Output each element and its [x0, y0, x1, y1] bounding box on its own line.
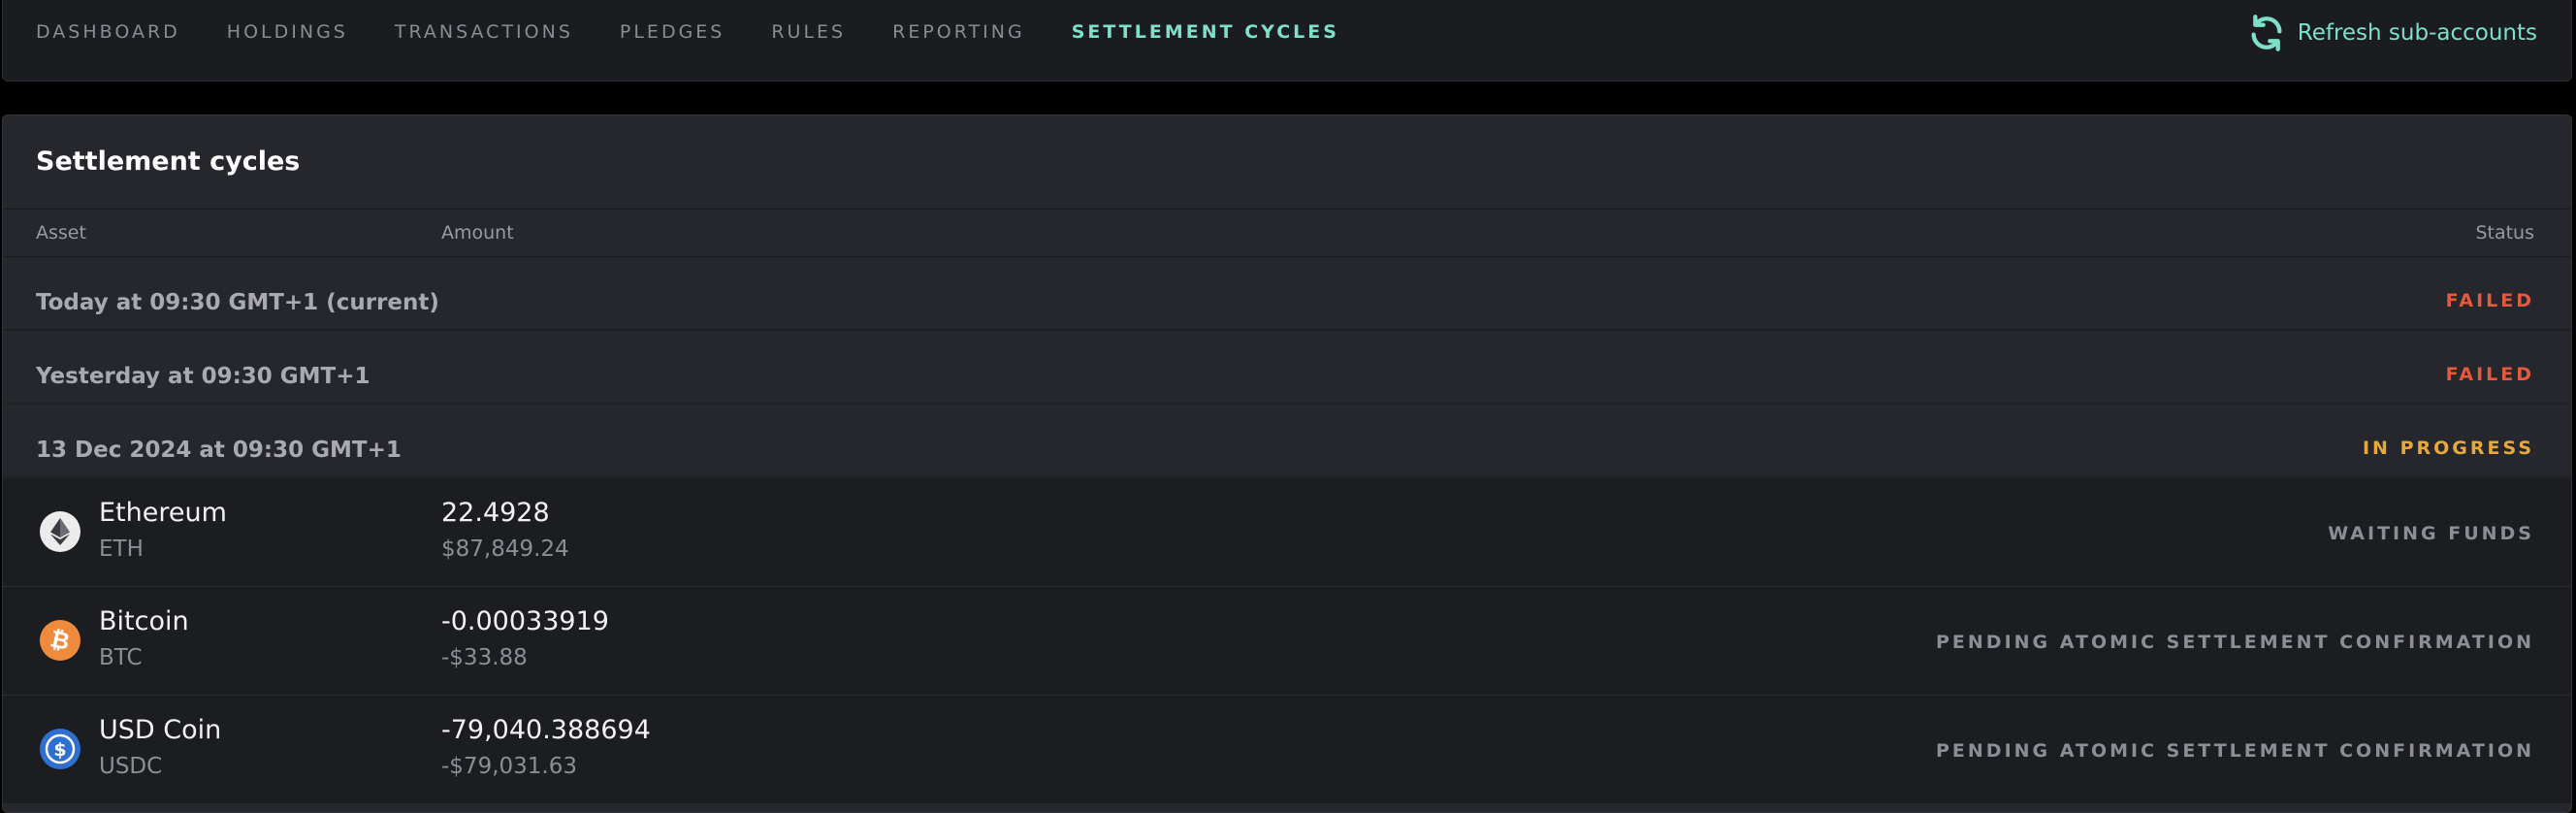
asset-name: Ethereum [99, 498, 227, 528]
asset-symbol: BTC [99, 645, 143, 670]
nav-settlement-cycles[interactable]: SETTLEMENT CYCLES [1072, 21, 1339, 43]
asset-usd-value: -$79,031.63 [441, 754, 577, 779]
nav-pledges[interactable]: PLEDGES [620, 21, 724, 43]
cycle-date: 13 Dec 2024 at 09:30 GMT+1 [36, 438, 402, 463]
asset-symbol: ETH [99, 537, 144, 562]
column-asset: Asset [36, 222, 86, 244]
nav-dashboard[interactable]: DASHBOARD [36, 21, 180, 43]
asset-amount: 22.4928 [441, 498, 550, 528]
nav-transactions[interactable]: TRANSACTIONS [395, 21, 573, 43]
asset-row-bitcoin[interactable]: ₿ Bitcoin BTC -0.00033919 -$33.88 PENDIN… [3, 587, 2571, 696]
refresh-sub-accounts-button[interactable]: Refresh sub-accounts [2247, 14, 2537, 52]
cycle-status-badge: FAILED [2445, 290, 2534, 311]
asset-row-ethereum[interactable]: Ethereum ETH 22.4928 $87,849.24 WAITING … [3, 478, 2571, 587]
table-header: Asset Amount Status [3, 209, 2571, 257]
asset-status: WAITING FUNDS [2328, 523, 2534, 544]
cycle-date: Yesterday at 09:30 GMT+1 [36, 364, 370, 389]
refresh-icon [2251, 15, 2282, 51]
asset-amount: -0.00033919 [441, 606, 609, 636]
cycle-row[interactable]: Today at 09:30 GMT+1 (current) FAILED [3, 257, 2571, 331]
svg-text:$: $ [53, 739, 66, 761]
ethereum-icon [40, 511, 80, 552]
cycle-date: Today at 09:30 GMT+1 (current) [36, 290, 439, 315]
nav-items: DASHBOARD HOLDINGS TRANSACTIONS PLEDGES … [36, 21, 1386, 43]
asset-status: PENDING ATOMIC SETTLEMENT CONFIRMATION [1936, 632, 2534, 653]
cycle-status-badge: FAILED [2445, 364, 2534, 385]
asset-amount: -79,040.388694 [441, 715, 651, 745]
asset-symbol: USDC [99, 754, 163, 779]
nav-reporting[interactable]: REPORTING [892, 21, 1025, 43]
panel-title: Settlement cycles [36, 146, 301, 177]
column-status: Status [2475, 222, 2534, 244]
usdc-icon: $ [40, 729, 80, 769]
column-amount: Amount [441, 222, 514, 244]
nav-rules[interactable]: RULES [771, 21, 846, 43]
nav-holdings[interactable]: HOLDINGS [227, 21, 348, 43]
asset-usd-value: -$33.88 [441, 645, 528, 670]
asset-status: PENDING ATOMIC SETTLEMENT CONFIRMATION [1936, 740, 2534, 762]
asset-name: USD Coin [99, 715, 222, 745]
bitcoin-icon: ₿ [40, 620, 80, 661]
settlement-cycles-panel: Settlement cycles Asset Amount Status To… [2, 114, 2572, 813]
refresh-label: Refresh sub-accounts [2297, 20, 2537, 46]
asset-name: Bitcoin [99, 606, 189, 636]
cycle-status-badge: IN PROGRESS [2362, 438, 2534, 459]
cycle-row[interactable]: Yesterday at 09:30 GMT+1 FAILED [3, 331, 2571, 405]
asset-row-usd-coin[interactable]: $ USD Coin USDC -79,040.388694 -$79,031.… [3, 696, 2571, 804]
top-navigation: DASHBOARD HOLDINGS TRANSACTIONS PLEDGES … [2, 0, 2572, 81]
cycle-row[interactable]: 13 Dec 2024 at 09:30 GMT+1 IN PROGRESS [3, 405, 2571, 478]
asset-usd-value: $87,849.24 [441, 537, 569, 562]
